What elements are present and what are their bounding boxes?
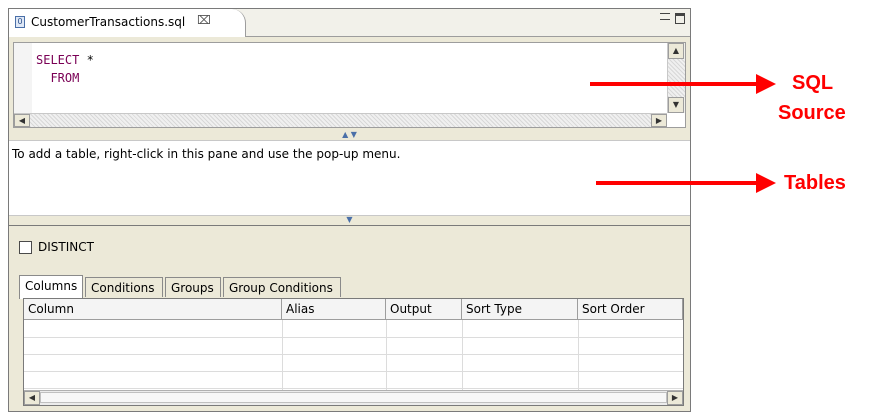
sql-source-annotation-line2: Source [778,102,846,124]
column-header-alias[interactable]: Alias [282,299,386,320]
column-header-sort-order[interactable]: Sort Order [578,299,683,320]
tables-pane[interactable]: To add a table, right-click in this pane… [9,140,690,216]
column-header-sort-type[interactable]: Sort Type [462,299,578,320]
scroll-thumb[interactable] [40,392,667,403]
sql-select-rest: * [79,53,94,67]
minimize-icon[interactable] [660,13,670,20]
sql-source-pane[interactable]: SELECT * FROM ▲ ▼ ◀ ▶ [13,42,686,128]
sash-tables-design[interactable]: ▼ [9,216,690,224]
tab-group-conditions[interactable]: Group Conditions [223,277,341,297]
tables-hint-text: To add a table, right-click in this pane… [12,147,401,161]
sql-horizontal-scrollbar[interactable]: ◀ ▶ [14,113,667,127]
distinct-label[interactable]: DISTINCT [38,240,94,254]
column-header-column[interactable]: Column [24,299,282,320]
grid-divider [578,320,579,390]
editor-tab-bar: 0 CustomerTransactions.sql ⌧ [9,9,690,37]
sql-editor-window: 0 CustomerTransactions.sql ⌧ SELECT * FR… [8,8,691,412]
sql-source-text[interactable]: SELECT * FROM [36,51,94,87]
close-tab-icon[interactable]: ⌧ [197,13,211,27]
tables-arrow-head-icon [756,173,776,193]
scroll-left-arrow-icon[interactable]: ◀ [14,114,30,127]
query-design-pane: DISTINCT Columns Conditions Groups Group… [9,225,690,411]
scroll-track[interactable] [30,114,651,127]
sql-source-arrow-line [590,82,758,86]
grid-divider [282,320,283,390]
sql-keyword-from: FROM [50,71,80,85]
tab-groups[interactable]: Groups [165,277,221,297]
table-row[interactable] [24,337,683,338]
maximize-icon[interactable] [675,13,685,24]
tables-arrow-line [596,181,758,185]
table-row[interactable] [24,388,683,389]
scroll-down-arrow-icon[interactable]: ▼ [668,97,684,113]
grid-divider [462,320,463,390]
tab-columns[interactable]: Columns [19,275,83,299]
scroll-right-arrow-icon[interactable]: ▶ [651,114,667,127]
editor-tab-label: CustomerTransactions.sql [31,15,186,29]
table-row[interactable] [24,354,683,355]
tab-conditions[interactable]: Conditions [85,277,163,297]
scroll-up-arrow-icon[interactable]: ▲ [668,43,684,59]
sql-vertical-scrollbar[interactable]: ▲ ▼ [667,43,685,113]
editor-ruler [14,43,32,113]
sql-keyword-select: SELECT [36,53,80,67]
scroll-right-arrow-icon[interactable]: ▶ [667,391,683,405]
sql-source-arrow-head-icon [756,74,776,94]
sash-sql-tables[interactable]: ▲ ▼ [9,131,690,139]
table-row[interactable] [24,371,683,372]
grid-horizontal-scrollbar[interactable]: ◀ ▶ [24,390,683,405]
column-header-output[interactable]: Output [386,299,462,320]
sql-file-icon: 0 [15,16,25,28]
tables-annotation: Tables [784,172,846,194]
scroll-left-arrow-icon[interactable]: ◀ [24,391,40,405]
sql-source-annotation-line1: SQL [792,72,834,94]
grid-divider [386,320,387,390]
editor-tab[interactable]: 0 CustomerTransactions.sql ⌧ [9,9,246,37]
distinct-checkbox[interactable] [19,241,32,254]
columns-grid[interactable]: Column Alias Output Sort Type Sort Order… [23,298,684,406]
scroll-track[interactable] [668,59,685,97]
